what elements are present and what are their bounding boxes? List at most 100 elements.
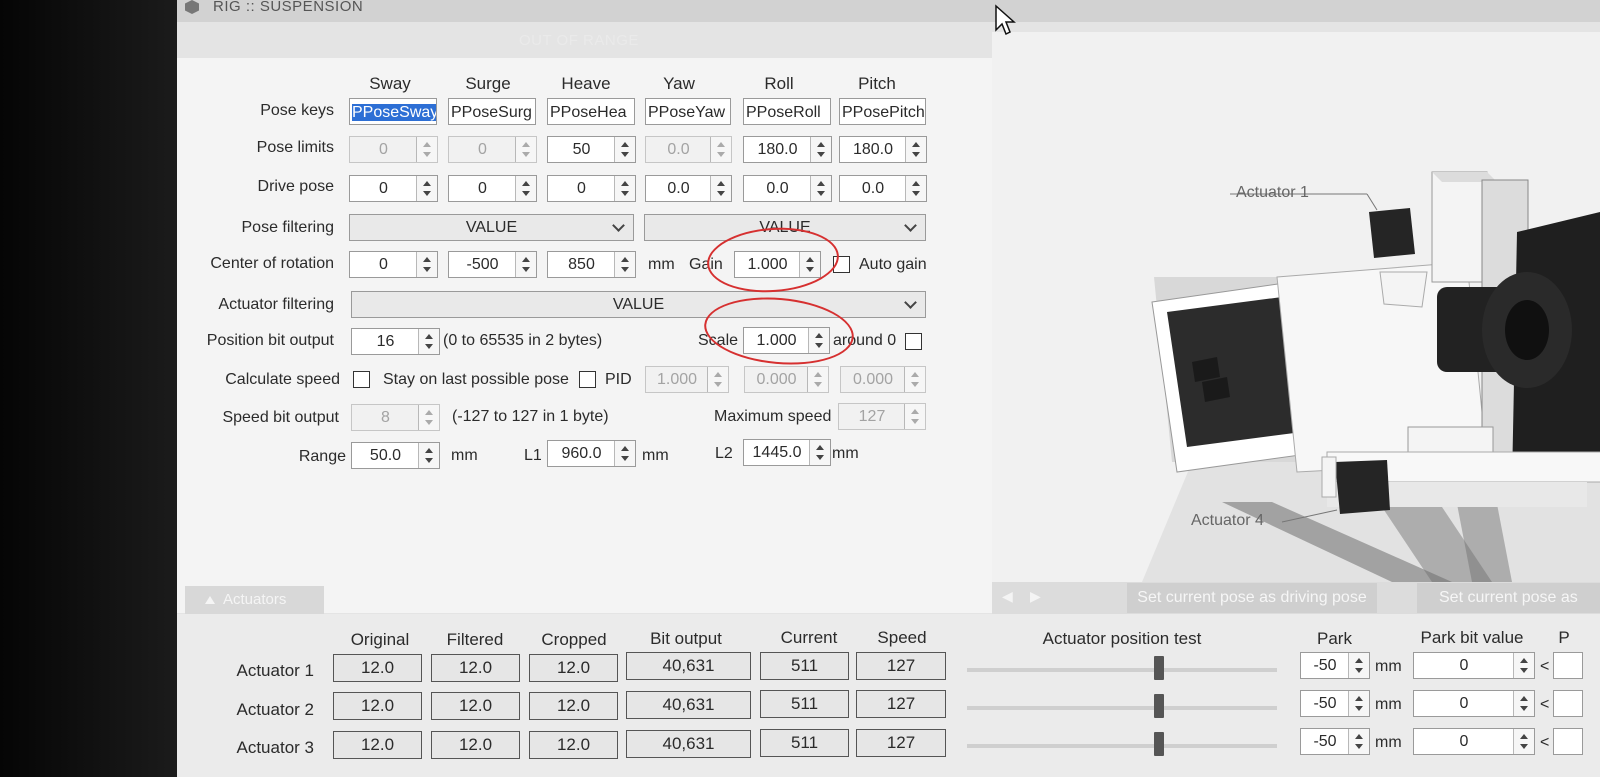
drive-pose-yaw-stepper[interactable]: 0.0 [645,175,732,202]
actuator-1-park-stepper[interactable]: -50 [1300,652,1370,679]
spin-buttons[interactable] [905,176,926,201]
drive-pose-sway-stepper[interactable]: 0 [349,175,438,202]
spin-buttons[interactable] [710,176,731,201]
spin-buttons[interactable] [810,176,831,201]
spin-buttons[interactable] [707,367,728,392]
actuator-3-extra-field[interactable] [1553,728,1583,755]
spin-buttons[interactable] [614,252,635,277]
position-bit-output-label: Position bit output [206,332,334,349]
spin-buttons[interactable] [1513,691,1534,716]
drive-pose-heave-stepper[interactable]: 0 [547,175,636,202]
header-bit-output: Bit output [650,629,722,648]
app-window: RIG :: SUSPENSION OUT OF RANGE Sway Surg… [177,0,1600,777]
center-rotation-y-stepper[interactable]: -500 [448,251,537,278]
set-current-pose-button[interactable]: Set current pose as [1417,583,1600,613]
pid-i-stepper[interactable]: 0.000 [744,366,829,393]
actuator-2-slider-track[interactable] [967,706,1277,710]
rig-3d-view[interactable]: Actuator 1 Actuator 4 [992,32,1600,582]
stay-last-pose-checkbox[interactable] [579,371,596,388]
l1-stepper[interactable]: 960.0 [547,440,636,467]
actuator-3-park-bit-stepper[interactable]: 0 [1413,728,1535,755]
spin-buttons[interactable] [515,252,536,277]
pose-key-heave-input[interactable]: PPoseHea [547,98,635,125]
actuator-1-park-bit-stepper[interactable]: 0 [1413,652,1535,679]
actuator-3-filtered: 12.0 [431,731,520,759]
pid-d-stepper[interactable]: 0.000 [840,366,926,393]
spin-buttons[interactable] [807,367,828,392]
spin-buttons[interactable] [1348,691,1369,716]
spin-buttons[interactable] [1513,729,1534,754]
spin-buttons[interactable] [1348,729,1369,754]
actuator-1-extra-field[interactable] [1553,652,1583,679]
actuator-2-park-bit-stepper[interactable]: 0 [1413,690,1535,717]
pose-limit-surge-stepper[interactable]: 0 [448,136,537,163]
spin-buttons[interactable] [1513,653,1534,678]
next-view-button[interactable]: ▶ [1030,588,1041,605]
spin-buttons[interactable] [416,137,437,162]
spin-buttons[interactable] [905,137,926,162]
set-driving-pose-button[interactable]: Set current pose as driving pose [1127,583,1377,613]
spin-buttons[interactable] [418,405,439,430]
prev-view-button[interactable]: ◀ [1002,588,1013,605]
actuator-2-slider-thumb[interactable] [1154,694,1164,718]
actuator-1-slider-track[interactable] [967,668,1277,672]
spin-buttons[interactable] [1348,653,1369,678]
header-current: Current [780,628,838,647]
spin-buttons[interactable] [418,329,439,354]
spin-buttons[interactable] [614,176,635,201]
spin-buttons[interactable] [515,176,536,201]
drive-pose-roll-stepper[interactable]: 0.0 [743,175,832,202]
calculate-speed-checkbox[interactable] [353,371,370,388]
pose-key-sway-input[interactable]: PPoseSway [349,98,437,125]
pose-limit-heave-stepper[interactable]: 50 [547,136,636,163]
speed-bit-output-stepper[interactable]: 8 [351,404,440,431]
actuator-filtering-label: Actuator filtering [218,296,334,313]
spin-buttons[interactable] [614,441,635,466]
actuator-2-cropped: 12.0 [529,692,618,720]
actuator-3-slider-track[interactable] [967,744,1277,748]
actuator-1-callout: Actuator 1 [1236,184,1309,201]
spin-buttons[interactable] [904,367,925,392]
l2-stepper[interactable]: 1445.0 [743,439,831,466]
spin-buttons[interactable] [809,440,830,465]
drive-pose-pitch-stepper[interactable]: 0.0 [839,175,927,202]
actuator-2-speed: 127 [856,690,946,718]
actuator-3-park-stepper[interactable]: -50 [1300,728,1370,755]
spin-buttons[interactable] [710,137,731,162]
actuators-tab[interactable]: Actuators [185,586,324,614]
range-unit: mm [451,447,478,464]
pid-label: PID [605,371,632,388]
spin-buttons[interactable] [515,137,536,162]
center-rotation-x-stepper[interactable]: 0 [349,251,438,278]
actuator-1-slider-thumb[interactable] [1154,656,1164,680]
spin-buttons[interactable] [416,252,437,277]
actuator-3-slider-thumb[interactable] [1154,732,1164,756]
spin-buttons[interactable] [614,137,635,162]
position-bit-output-stepper[interactable]: 16 [351,328,440,355]
spin-buttons[interactable] [904,404,925,429]
around-zero-checkbox[interactable] [905,333,922,350]
actuator-filtering-select[interactable]: VALUE [351,291,926,318]
actuator-2-extra-field[interactable] [1553,690,1583,717]
pose-key-surge-input[interactable]: PPoseSurg [448,98,536,125]
pose-key-roll-input[interactable]: PPoseRoll [743,98,831,125]
drive-pose-surge-stepper[interactable]: 0 [448,175,537,202]
center-rotation-z-stepper[interactable]: 850 [547,251,636,278]
pose-limit-yaw-stepper[interactable]: 0.0 [645,136,732,163]
maximum-speed-stepper[interactable]: 127 [838,403,926,430]
pose-filtering-left-select[interactable]: VALUE [349,214,634,241]
pose-keys-label: Pose keys [260,102,334,119]
chevron-down-icon [612,219,625,232]
actuator-1-speed: 127 [856,652,946,680]
pose-limit-roll-stepper[interactable]: 180.0 [743,136,832,163]
spin-buttons[interactable] [418,443,439,468]
actuator-2-park-stepper[interactable]: -50 [1300,690,1370,717]
pose-limit-pitch-stepper[interactable]: 180.0 [839,136,927,163]
spin-buttons[interactable] [416,176,437,201]
pose-limit-sway-stepper[interactable]: 0 [349,136,438,163]
spin-buttons[interactable] [810,137,831,162]
pid-p-stepper[interactable]: 1.000 [645,366,729,393]
pose-key-yaw-input[interactable]: PPoseYaw [645,98,731,125]
pose-key-pitch-input[interactable]: PPosePitch [839,98,926,125]
range-stepper[interactable]: 50.0 [351,442,440,469]
